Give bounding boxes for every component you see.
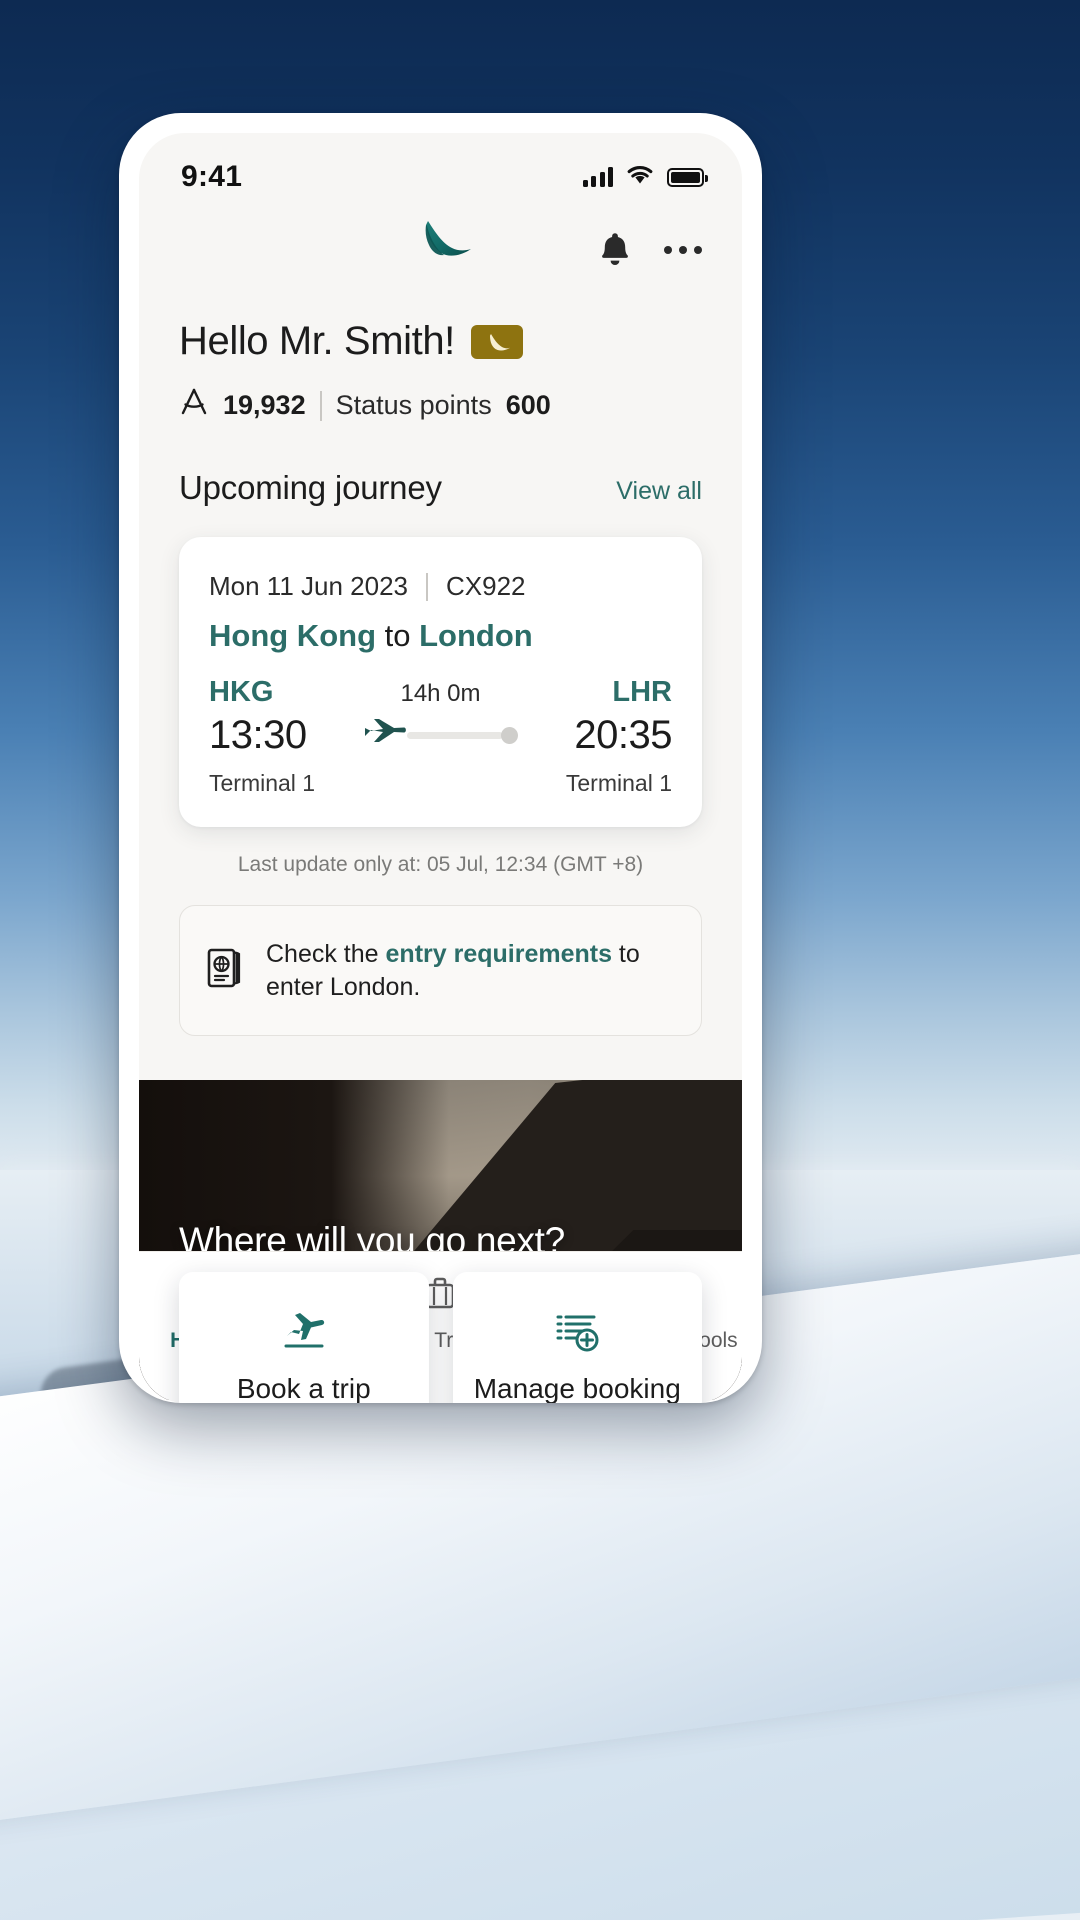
main-content: Hello Mr. Smith! 19,932 Status points 60… bbox=[139, 319, 742, 1036]
greeting-text: Hello Mr. Smith! bbox=[179, 319, 455, 363]
destination-city: London bbox=[419, 618, 533, 653]
asia-miles-icon bbox=[179, 386, 209, 425]
route-connector: to bbox=[384, 618, 411, 653]
progress-endpoint-dot bbox=[501, 727, 518, 744]
passport-globe-icon bbox=[206, 947, 244, 994]
quick-actions: Book a trip Manage booking bbox=[139, 1272, 742, 1403]
app-header bbox=[139, 207, 742, 293]
upcoming-journey-header: Upcoming journey View all bbox=[179, 469, 702, 507]
entry-requirements-link[interactable]: entry requirements bbox=[386, 940, 612, 968]
flight-timeline: HKG 13:30 Terminal 1 14h 0m LHR 20:35 Te… bbox=[209, 676, 673, 797]
status-points-value: 600 bbox=[505, 390, 551, 420]
flight-route-title: Hong Kong to London bbox=[209, 618, 672, 654]
status-bar-icons bbox=[582, 164, 708, 190]
arrival-terminal: Terminal 1 bbox=[565, 770, 672, 796]
book-a-trip-label: Book a trip bbox=[236, 1372, 371, 1404]
airplane-icon bbox=[363, 718, 407, 753]
status-points-label: Status points bbox=[335, 390, 492, 420]
flight-progress-track bbox=[363, 718, 518, 753]
departure-terminal: Terminal 1 bbox=[209, 770, 316, 796]
app-screen: 9:41 Hello Mr. Smith! 19,932 Status poin… bbox=[139, 133, 742, 1403]
departure-time: 13:30 bbox=[209, 713, 307, 757]
view-all-link[interactable]: View all bbox=[616, 477, 702, 506]
origin-city: Hong Kong bbox=[209, 618, 377, 653]
flight-meta-row: Mon 11 Jun 2023 CX922 bbox=[209, 571, 672, 602]
bell-icon[interactable] bbox=[598, 230, 632, 271]
departure-block: HKG 13:30 Terminal 1 bbox=[209, 676, 359, 797]
battery-full-icon bbox=[667, 167, 708, 187]
destination-airport-code: LHR bbox=[612, 676, 672, 708]
greeting-row: Hello Mr. Smith! bbox=[179, 319, 702, 364]
phone-device-frame: 9:41 Hello Mr. Smith! 19,932 Status poin… bbox=[119, 113, 762, 1403]
gold-tier-brushwing-badge bbox=[470, 324, 523, 359]
more-options-icon[interactable] bbox=[664, 246, 702, 254]
section-title-upcoming-journey: Upcoming journey bbox=[179, 469, 442, 506]
airplane-takeoff-icon bbox=[281, 1310, 327, 1357]
origin-airport-code: HKG bbox=[209, 676, 274, 708]
entry-requirements-card[interactable]: Check the entry requirements to enter Lo… bbox=[179, 905, 702, 1036]
entry-requirements-text: Check the entry requirements to enter Lo… bbox=[266, 938, 675, 1003]
cathay-brushwing-logo bbox=[408, 219, 474, 272]
manage-booking-label: Manage booking bbox=[473, 1372, 681, 1404]
book-a-trip-card[interactable]: Book a trip bbox=[179, 1272, 429, 1403]
miles-value: 19,932 bbox=[223, 390, 306, 420]
flight-meta-divider bbox=[426, 572, 428, 601]
flight-duration: 14h 0m bbox=[400, 680, 481, 707]
status-bar-clock: 9:41 bbox=[181, 160, 243, 193]
arrival-time: 20:35 bbox=[574, 713, 672, 757]
flight-progress: 14h 0m bbox=[359, 680, 522, 797]
flight-number: CX922 bbox=[446, 571, 526, 601]
arrival-block: LHR 20:35 Terminal 1 bbox=[522, 676, 673, 797]
status-bar: 9:41 bbox=[139, 133, 742, 207]
manage-booking-card[interactable]: Manage booking bbox=[452, 1272, 702, 1404]
flight-date: Mon 11 Jun 2023 bbox=[209, 571, 408, 601]
upcoming-flight-card[interactable]: Mon 11 Jun 2023 CX922 Hong Kong to Londo… bbox=[179, 537, 702, 827]
wifi-icon bbox=[626, 164, 654, 190]
points-divider bbox=[319, 390, 322, 421]
progress-line bbox=[407, 732, 503, 739]
last-update-text: Last update only at: 05 Jul, 12:34 (GMT … bbox=[237, 853, 644, 876]
booking-list-plus-icon bbox=[554, 1310, 600, 1357]
cellular-signal-icon bbox=[582, 167, 613, 187]
entry-text-before: Check the bbox=[266, 940, 386, 968]
app-header-actions bbox=[598, 230, 702, 271]
loyalty-points-row: 19,932 Status points 600 bbox=[179, 386, 702, 425]
